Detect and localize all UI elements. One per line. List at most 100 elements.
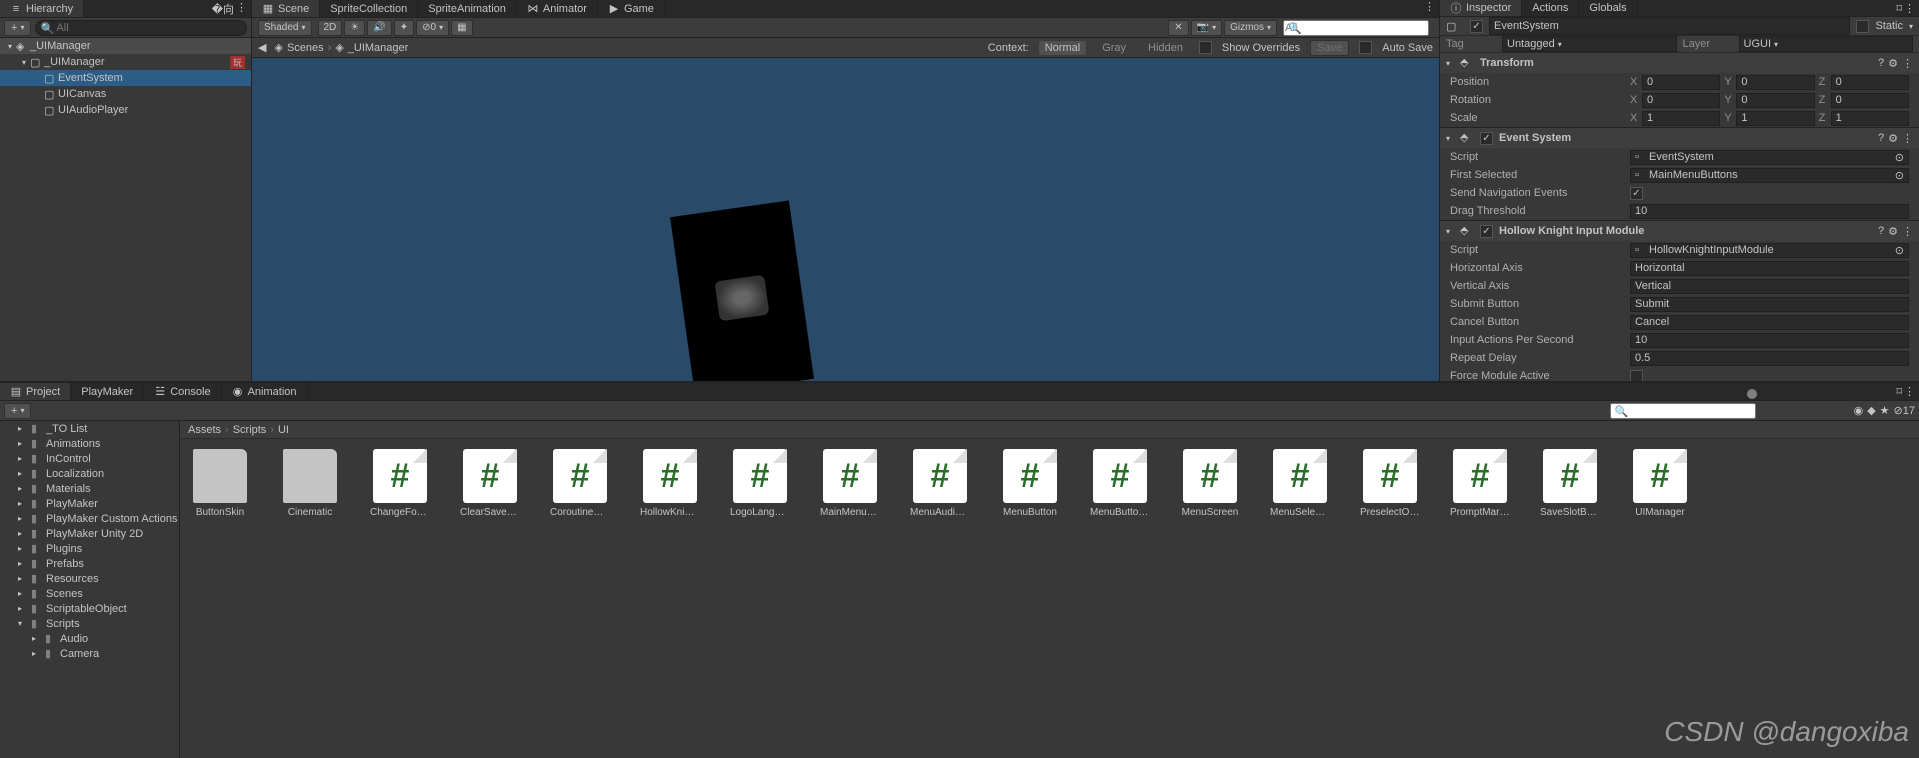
project-item[interactable]: #ClearSaveButton: [460, 449, 520, 518]
text-input[interactable]: [1630, 261, 1909, 276]
z-input[interactable]: [1831, 111, 1909, 126]
project-tree-item[interactable]: ▸▮_TO List: [0, 421, 179, 436]
static-dropdown-icon[interactable]: ▾: [1909, 22, 1913, 31]
project-tab-animation[interactable]: ◉Animation: [222, 383, 308, 400]
component-enabled-checkbox[interactable]: [1480, 225, 1493, 238]
project-item[interactable]: #MenuAudioCont...: [910, 449, 970, 518]
hierarchy-item[interactable]: ▢ UIAudioPlayer: [0, 102, 251, 118]
x-input[interactable]: [1642, 111, 1720, 126]
camera-icon[interactable]: 📷: [1191, 20, 1222, 36]
y-input[interactable]: [1736, 111, 1814, 126]
tab-menu-icon[interactable]: ⋮: [1424, 0, 1435, 17]
lock-icon[interactable]: ⌑: [1896, 385, 1902, 398]
help-icon[interactable]: ?: [1878, 57, 1884, 70]
breadcrumb-1[interactable]: _UIManager: [348, 42, 409, 54]
object-picker-icon[interactable]: ⊙: [1895, 169, 1904, 182]
project-item[interactable]: #HollowKnightInp...: [640, 449, 700, 518]
component-header[interactable]: ▾ ⬘ Hollow Knight Input Module ? ⚙ ⋮: [1440, 221, 1919, 241]
path-2[interactable]: UI: [278, 424, 289, 436]
scene-tab-spriteanimation[interactable]: SpriteAnimation: [418, 0, 517, 17]
tab-menu-icon[interactable]: ⋮: [1904, 2, 1915, 15]
light-toggle[interactable]: ☀: [344, 20, 365, 36]
project-tree-item[interactable]: ▸▮Prefabs: [0, 556, 179, 571]
project-tree-item[interactable]: ▸▮PlayMaker: [0, 496, 179, 511]
checkbox[interactable]: [1630, 187, 1643, 200]
tab-menu-icon[interactable]: ⋮: [236, 1, 247, 17]
project-tab-project[interactable]: ▤Project: [0, 383, 71, 400]
gizmos-dropdown[interactable]: Gizmos: [1224, 20, 1277, 36]
show-overrides-check[interactable]: [1199, 41, 1212, 54]
project-item[interactable]: #MenuButtonList: [1090, 449, 1150, 518]
project-search-input[interactable]: [1610, 403, 1756, 419]
preset-icon[interactable]: ⚙: [1888, 132, 1898, 145]
menu-icon[interactable]: ⋮: [1902, 57, 1913, 70]
project-item[interactable]: #PreselectOption: [1360, 449, 1420, 518]
save-button[interactable]: Save: [1310, 40, 1349, 56]
tools-icon[interactable]: ✕: [1168, 20, 1188, 36]
object-field[interactable]: ▫HollowKnightInputModule⊙: [1630, 243, 1909, 258]
grid-toggle[interactable]: ▦: [451, 20, 472, 36]
preset-icon[interactable]: ⚙: [1888, 225, 1898, 238]
preset-icon[interactable]: ⚙: [1888, 57, 1898, 70]
scene-header[interactable]: ▾ ◈ _UIManager: [0, 38, 251, 54]
hierarchy-item[interactable]: ▢ EventSystem: [0, 70, 251, 86]
help-icon[interactable]: ?: [1878, 132, 1884, 145]
project-item[interactable]: ButtonSkin: [190, 449, 250, 518]
project-tree-item[interactable]: ▸▮ScriptableObject: [0, 601, 179, 616]
context-gray[interactable]: Gray: [1096, 41, 1132, 55]
slider[interactable]: [1630, 393, 1863, 396]
shading-dropdown[interactable]: Shaded: [258, 20, 312, 36]
enabled-checkbox[interactable]: [1470, 20, 1483, 33]
project-item[interactable]: #UIManager: [1630, 449, 1690, 518]
lock-icon[interactable]: �向: [212, 1, 234, 17]
project-tree-item[interactable]: ▸▮InControl: [0, 451, 179, 466]
z-input[interactable]: [1831, 93, 1909, 108]
scene-tab-scene[interactable]: ▦Scene: [252, 0, 320, 17]
project-tree-item[interactable]: ▸▮Resources: [0, 571, 179, 586]
project-item[interactable]: #CoroutineQueue: [550, 449, 610, 518]
project-tree-item[interactable]: ▸▮Plugins: [0, 541, 179, 556]
filter-by-type-icon[interactable]: ◉: [1854, 404, 1864, 417]
object-field[interactable]: ▫EventSystem⊙: [1630, 150, 1909, 165]
create-dropdown[interactable]: +: [4, 403, 31, 419]
project-item[interactable]: #LogoLanguage: [730, 449, 790, 518]
autosave-check[interactable]: [1359, 41, 1372, 54]
project-tree-item[interactable]: ▸▮Audio: [0, 631, 179, 646]
scene-object[interactable]: [670, 201, 814, 381]
path-0[interactable]: Assets: [188, 424, 221, 436]
component-enabled-checkbox[interactable]: [1480, 132, 1493, 145]
inspector-tab-inspector[interactable]: ⓘInspector: [1440, 0, 1522, 16]
scene-search-input[interactable]: [1283, 20, 1429, 36]
text-input[interactable]: [1630, 315, 1909, 330]
back-button[interactable]: ◀: [258, 41, 266, 54]
hierarchy-item[interactable]: ▢ UICanvas: [0, 86, 251, 102]
slider-thumb[interactable]: [1747, 389, 1757, 399]
project-tab-console[interactable]: ☱Console: [144, 383, 221, 400]
project-item[interactable]: Cinematic: [280, 449, 340, 518]
y-input[interactable]: [1736, 75, 1814, 90]
context-normal[interactable]: Normal: [1039, 41, 1086, 55]
menu-icon[interactable]: ⋮: [1902, 225, 1913, 238]
x-input[interactable]: [1642, 75, 1720, 90]
object-picker-icon[interactable]: ⊙: [1895, 151, 1904, 164]
hidden-packages-icon[interactable]: ⊘17: [1894, 404, 1915, 417]
component-header[interactable]: ▾ ⬘ Transform ? ⚙ ⋮: [1440, 53, 1919, 73]
scene-viewport[interactable]: [252, 58, 1439, 381]
text-input[interactable]: [1630, 351, 1909, 366]
scene-tab-animator[interactable]: ⋈Animator: [517, 0, 598, 17]
project-tab-playmaker[interactable]: PlayMaker: [71, 383, 144, 400]
project-item[interactable]: #SaveSlotButton: [1540, 449, 1600, 518]
project-item[interactable]: #MainMenuOptio...: [820, 449, 880, 518]
hierarchy-item[interactable]: ▾ ▢ _UIManager 玩: [0, 54, 251, 70]
object-picker-icon[interactable]: ⊙: [1895, 244, 1904, 257]
static-checkbox[interactable]: [1856, 20, 1869, 33]
scene-tab-game[interactable]: ▶Game: [598, 0, 665, 17]
project-tree-item[interactable]: ▸▮Materials: [0, 481, 179, 496]
project-item[interactable]: #MenuButton: [1000, 449, 1060, 518]
text-input[interactable]: [1630, 297, 1909, 312]
object-name-input[interactable]: [1489, 17, 1850, 35]
component-header[interactable]: ▾ ⬘ Event System ? ⚙ ⋮: [1440, 128, 1919, 148]
create-dropdown[interactable]: +: [4, 20, 31, 36]
hierarchy-tab[interactable]: ≡ Hierarchy: [0, 0, 84, 17]
project-item[interactable]: #MenuScreen: [1180, 449, 1240, 518]
